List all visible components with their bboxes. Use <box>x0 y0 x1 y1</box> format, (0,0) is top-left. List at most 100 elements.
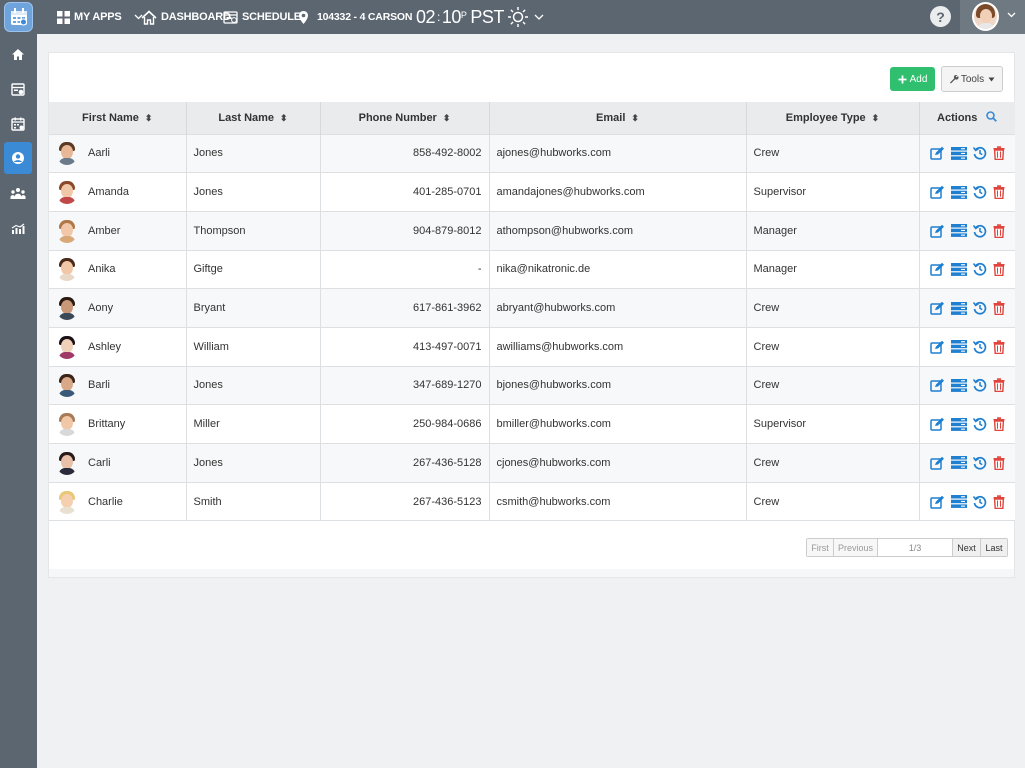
cell-first-name: Brittany <box>49 404 187 444</box>
pagination-next[interactable]: Next <box>953 539 981 556</box>
tools-dropdown[interactable]: Tools <box>941 66 1003 92</box>
edit-icon[interactable] <box>930 262 945 277</box>
delete-icon[interactable] <box>993 378 1005 393</box>
history-icon[interactable] <box>972 301 987 315</box>
history-icon[interactable] <box>972 262 987 276</box>
edit-icon[interactable] <box>930 495 945 509</box>
edit-icon[interactable] <box>930 417 945 431</box>
dashboard-link[interactable]: DASHBOARD <box>141 0 231 34</box>
delete-icon[interactable] <box>993 185 1005 200</box>
table-row[interactable]: Amber Thompson 904-879-8012 athompson@hubwo… <box>49 210 1015 251</box>
cell-employee-type: Supervisor <box>746 172 920 212</box>
history-icon[interactable] <box>972 185 987 199</box>
edit-icon[interactable] <box>930 340 945 354</box>
details-icon[interactable] <box>950 185 967 199</box>
edit-icon[interactable] <box>930 301 945 315</box>
delete-icon[interactable] <box>993 494 1005 509</box>
delete-icon[interactable] <box>993 146 1005 161</box>
weather-menu[interactable] <box>507 0 548 34</box>
delete-icon[interactable] <box>993 417 1005 432</box>
cell-first-name: Ashley <box>49 326 187 367</box>
header-actions-label: Actions <box>937 112 978 125</box>
sidebar-item-home[interactable] <box>4 38 32 70</box>
history-icon[interactable] <box>972 495 987 509</box>
details-icon[interactable] <box>950 495 967 508</box>
pagination-first[interactable]: First <box>807 539 834 556</box>
app-logo[interactable] <box>4 2 33 32</box>
clock-separator: : <box>437 10 440 24</box>
history-icon[interactable] <box>972 378 987 393</box>
details-icon[interactable] <box>950 417 967 431</box>
delete-icon[interactable] <box>993 301 1005 316</box>
cell-phone: 267-436-5123 <box>320 481 490 522</box>
column-header-first-name[interactable]: First Name ⬍ <box>49 102 187 134</box>
delete-icon[interactable] <box>993 262 1005 277</box>
cell-email: nika@nikatronic.de <box>489 249 747 289</box>
my-apps-menu[interactable]: MY APPS <box>57 0 147 34</box>
sort-icon[interactable]: ⬍ <box>145 113 153 123</box>
details-icon[interactable] <box>950 146 967 160</box>
edit-icon[interactable] <box>930 185 945 199</box>
details-icon[interactable] <box>950 378 967 392</box>
column-header-last-name[interactable]: Last Name ⬍ <box>186 102 321 134</box>
sort-icon[interactable]: ⬍ <box>872 113 880 123</box>
details-icon[interactable] <box>950 456 967 470</box>
history-icon[interactable] <box>972 224 987 238</box>
column-header-employee-type[interactable]: Employee Type ⬍ <box>746 102 920 134</box>
cell-first-name: Carli <box>49 443 187 483</box>
user-menu-chevron-icon[interactable] <box>1007 10 1016 20</box>
help-button[interactable]: ? <box>930 6 951 27</box>
add-button[interactable]: Add <box>890 67 935 91</box>
delete-icon[interactable] <box>993 224 1005 238</box>
details-icon[interactable] <box>950 301 967 315</box>
pagination-previous[interactable]: Previous <box>834 539 878 556</box>
cell-actions <box>919 443 1015 483</box>
question-icon: ? <box>936 8 945 25</box>
edit-icon[interactable] <box>930 224 945 238</box>
history-icon[interactable] <box>972 456 987 470</box>
history-icon[interactable] <box>972 146 987 160</box>
sidebar-item-timesheet[interactable] <box>4 73 32 105</box>
user-avatar[interactable] <box>972 2 999 31</box>
pagination-page-input[interactable]: 1/3 <box>878 539 953 556</box>
delete-icon[interactable] <box>993 340 1005 354</box>
pagination-last[interactable]: Last <box>981 539 1007 556</box>
sort-icon[interactable]: ⬍ <box>631 113 639 123</box>
edit-icon[interactable] <box>930 456 945 470</box>
column-header-phone[interactable]: Phone Number ⬍ <box>320 102 490 134</box>
sidebar-item-calendar[interactable] <box>4 108 32 140</box>
schedule-link[interactable]: SCHEDULE <box>223 0 301 34</box>
cell-email: cjones@hubworks.com <box>489 443 747 483</box>
table-row[interactable]: Anika Giftge - nika@nikatronic.de Manager <box>49 249 1015 289</box>
table-row[interactable]: Carli Jones 267-436-5128 cjones@hubworks.co… <box>49 443 1015 483</box>
table-row[interactable]: Barli Jones 347-689-1270 bjones@hubworks.co… <box>49 365 1015 405</box>
sidebar-item-reports[interactable] <box>4 213 32 245</box>
home-icon <box>141 9 157 25</box>
table-row[interactable]: Brittany Miller 250-984-0686 bmiller@hubwor… <box>49 404 1015 444</box>
details-icon[interactable] <box>950 262 967 276</box>
cell-employee-type: Crew <box>746 326 920 367</box>
sort-icon[interactable]: ⬍ <box>443 113 451 123</box>
sort-icon[interactable]: ⬍ <box>280 113 288 123</box>
history-icon[interactable] <box>972 340 987 354</box>
table-row[interactable]: Aony Bryant 617-861-3962 abryant@hubworks.c… <box>49 288 1015 328</box>
table-row[interactable]: Charlie Smith 267-436-5123 csmith@hubworks.… <box>49 481 1015 522</box>
details-icon[interactable] <box>950 340 967 354</box>
history-icon[interactable] <box>972 417 987 431</box>
column-header-email[interactable]: Email ⬍ <box>489 102 747 134</box>
search-icon[interactable] <box>986 111 998 123</box>
location-selector[interactable]: 104332 - 4 CARSON <box>298 0 412 34</box>
edit-icon[interactable] <box>930 146 945 161</box>
sun-icon <box>508 7 528 27</box>
employee-avatar <box>56 296 78 321</box>
table-row[interactable]: Ashley William 413-497-0071 awilliams@hubwo… <box>49 326 1015 367</box>
edit-icon[interactable] <box>930 378 945 393</box>
chevron-down-icon <box>534 14 544 20</box>
sidebar-item-team[interactable] <box>4 178 32 210</box>
cell-last-name: Jones <box>186 172 321 212</box>
table-row[interactable]: Amanda Jones 401-285-0701 amandajones@hubwo… <box>49 172 1015 212</box>
details-icon[interactable] <box>950 224 967 238</box>
sidebar-item-employees[interactable] <box>4 142 32 174</box>
delete-icon[interactable] <box>993 456 1005 470</box>
table-row[interactable]: Aarli Jones 858-492-8002 ajones@hubworks.co… <box>49 133 1015 173</box>
